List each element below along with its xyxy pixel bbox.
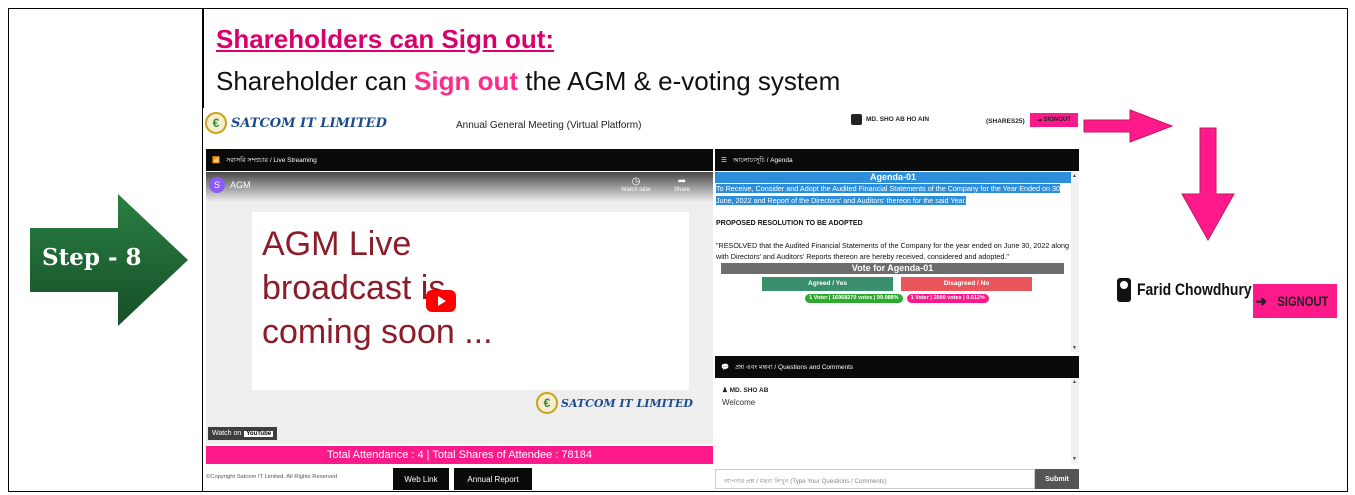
agenda-header: ☰ আলোচ্যসূচি / Agenda: [715, 149, 1079, 171]
step-label: Step - 8: [42, 244, 142, 271]
app-logo-text: SATCOM IT LIMITED: [231, 115, 387, 131]
agenda-text: To Receive, Consider and Adopt the Audit…: [716, 183, 1069, 206]
subheading-after: the AGM & e-voting system: [518, 66, 841, 96]
subheading-before: Shareholder can: [216, 66, 415, 96]
app-logo[interactable]: € SATCOM IT LIMITED: [205, 112, 387, 134]
agree-button[interactable]: Agreed / Yes: [762, 276, 893, 291]
share-button[interactable]: ➦ Share: [662, 176, 702, 193]
vote-counts: 1 Voter | 16968270 votes | 99.988% 1 Vot…: [715, 293, 1079, 303]
signout-button[interactable]: ➜ SIGNOUT: [1030, 113, 1078, 127]
step-number: 8: [125, 244, 142, 271]
qa-user-name: MD. SHO AB: [729, 387, 769, 394]
qa-submit-button[interactable]: Submit: [1035, 469, 1079, 489]
slide-line-2: broadcast is: [262, 269, 446, 307]
user-icon: [851, 114, 862, 125]
page-subheading: Shareholder can Sign out the AGM & e-vot…: [216, 66, 840, 97]
signout-label: SIGNOUT: [1043, 117, 1072, 123]
watch-later-button[interactable]: ◷ Watch later: [616, 176, 656, 193]
resolution-text: "RESOLVED that the Audited Financial Sta…: [716, 240, 1069, 262]
slide-logo-text: SATCOM IT LIMITED: [561, 396, 693, 410]
annual-report-button[interactable]: Annual Report: [454, 468, 532, 490]
qa-scrollbar[interactable]: [1071, 378, 1079, 463]
agenda-body: To Receive, Consider and Adopt the Audit…: [715, 183, 1079, 263]
watch-later-label: Watch later: [620, 187, 652, 193]
agenda-panel: Agenda-01 To Receive, Consider and Adopt…: [715, 172, 1079, 352]
channel-avatar[interactable]: S: [209, 177, 225, 193]
user-info: MD. SHO AB HO AIN: [851, 114, 929, 125]
slide-text: AGM Live broadcast is coming soon ...: [262, 222, 493, 354]
agenda-scrollbar[interactable]: [1071, 172, 1079, 352]
qa-message-user: ♟ MD. SHO AB: [722, 387, 769, 394]
web-link-button[interactable]: Web Link: [393, 468, 449, 490]
slide-logo: € SATCOM IT LIMITED: [536, 392, 693, 414]
page-heading: Shareholders can Sign out:: [216, 24, 555, 54]
qa-panel-title: প্রশ্ন এবং মন্তব্য / Questions and Comme…: [735, 363, 854, 371]
user-label: MD. SHO AB HO AIN: [866, 116, 930, 123]
qa-input[interactable]: আপনার প্রশ্ন / মন্তব্য লিখুন (Type Your …: [715, 469, 1035, 489]
callout-signout-label: SIGNOUT: [1277, 293, 1329, 309]
wifi-icon: 📶: [212, 157, 221, 164]
qa-header: 💬 প্রশ্ন এবং মন্তব্য / Questions and Com…: [715, 356, 1079, 378]
app-topbar: € SATCOM IT LIMITED Annual General Meeti…: [203, 108, 1083, 146]
satcom-logo-icon: €: [205, 112, 227, 134]
copyright-text: ©Copyright Satcom IT Limited. All Rights…: [206, 474, 338, 480]
subheading-highlight: Sign out: [414, 66, 519, 96]
watch-on-youtube-button[interactable]: Watch on YouTube: [208, 427, 278, 440]
agenda-panel-title: আলোচ্যসূচি / Agenda: [732, 156, 793, 164]
youtube-logo-icon: YouTube: [244, 430, 274, 437]
live-streaming-header: 📶 সরাসরি সম্প্রচার / Live Streaming: [206, 149, 713, 171]
step-prefix: Step -: [42, 244, 126, 271]
list-icon: ☰: [721, 157, 727, 164]
clock-icon: ◷: [631, 176, 641, 187]
play-button-icon[interactable]: [426, 290, 456, 312]
live-streaming-title: সরাসরি সম্প্রচার / Live Streaming: [226, 156, 317, 164]
callout-user-name: Farid Chowdhury: [1137, 280, 1252, 299]
share-label: Share: [673, 187, 690, 193]
chat-icon: 💬: [721, 364, 730, 371]
attendance-bar: Total Attendance : 4 | Total Shares of A…: [206, 446, 713, 464]
signout-icon: ➜: [1255, 292, 1267, 309]
qa-message-text: Welcome: [722, 398, 756, 407]
satcom-logo-icon: €: [536, 392, 558, 414]
agenda-text-selected: To Receive, Consider and Adopt the Audit…: [716, 184, 1061, 205]
app-title: Annual General Meeting (Virtual Platform…: [456, 120, 642, 131]
video-title[interactable]: AGM: [230, 180, 251, 190]
agree-count-badge: 1 Voter | 16968270 votes | 99.988%: [805, 293, 903, 303]
share-icon: ➦: [677, 176, 687, 187]
youtube-player[interactable]: S AGM ◷ Watch later ➦ Share AGM Live bro…: [206, 172, 713, 444]
resolution-label: PROPOSED RESOLUTION TO BE ADOPTED: [716, 220, 863, 227]
agm-app-screenshot: € SATCOM IT LIMITED Annual General Meeti…: [203, 108, 1083, 491]
disagree-button[interactable]: Disagreed / No: [901, 276, 1032, 291]
pointer-arrow-icon: [1083, 109, 1235, 242]
user-icon: [1117, 278, 1131, 302]
disagree-count-badge: 1 Voter | 2000 votes | 0.012%: [906, 293, 989, 303]
shares-label: (SHARES25): [986, 118, 1025, 125]
watch-on-label: Watch on: [212, 430, 242, 437]
slide-line-1: AGM Live: [262, 225, 412, 263]
vote-buttons: Agreed / Yes Disagreed / No: [715, 276, 1079, 291]
callout-signout-button[interactable]: ➜ SIGNOUT: [1253, 284, 1337, 318]
vote-title: Vote for Agenda-01: [721, 262, 1064, 274]
slide-line-3: coming soon ...: [262, 313, 493, 351]
agenda-title: Agenda-01: [715, 172, 1071, 183]
qa-messages: ♟ MD. SHO AB Welcome: [715, 378, 1079, 463]
